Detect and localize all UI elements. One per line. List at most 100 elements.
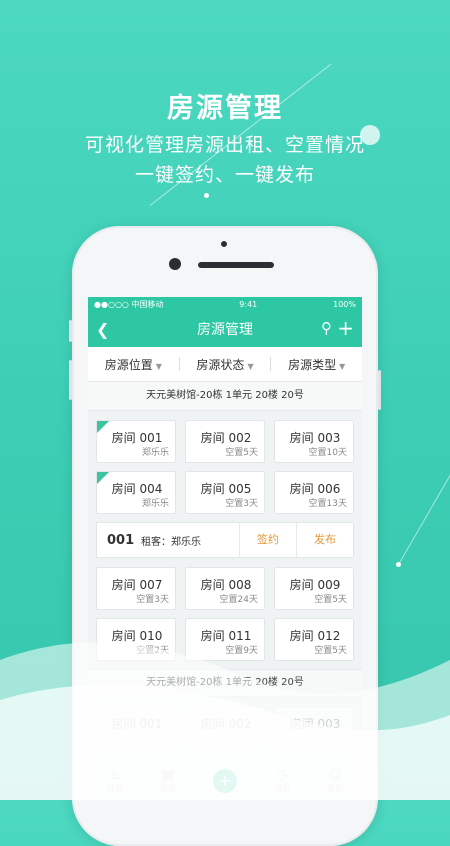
promo-subline: 一键签约、一键发布 <box>134 164 315 186</box>
filter-status[interactable]: 房源状态 ▼ <box>180 356 271 373</box>
room-info: 空置3天 <box>225 499 258 509</box>
search-icon[interactable]: ⚲ <box>321 319 332 337</box>
room-name: 房间 011 <box>200 629 252 643</box>
tab-label: 消息 <box>274 784 291 793</box>
room-name: 房间 003 <box>289 717 341 731</box>
room-info: 空置2天 <box>136 646 169 656</box>
phone-side-button <box>378 370 381 410</box>
room-card[interactable]: 房间 009 空置5天 <box>274 567 354 610</box>
phone-speaker <box>198 262 274 268</box>
room-number: 001 <box>107 532 135 548</box>
room-card[interactable]: 房间 005 空置3天 <box>185 471 265 514</box>
room-name: 房间 008 <box>200 578 252 592</box>
promo-subline: 可视化管理房源出租、空置情况 <box>84 134 365 156</box>
room-name: 房间 006 <box>289 482 341 496</box>
tab-home[interactable]: ⌂ 首页 <box>107 768 123 794</box>
filter-label: 房源状态 <box>196 357 245 372</box>
room-name: 房间 005 <box>200 482 252 496</box>
room-info: 郑乐乐 <box>141 448 169 458</box>
room-name: 房间 004 <box>111 482 163 496</box>
room-row: 房间 004 郑乐乐 房间 005 空置3天 房间 006 空置13天 <box>96 471 354 514</box>
room-name: 房间 003 <box>289 431 341 445</box>
room-card[interactable]: 房间 007 空置3天 <box>96 567 176 610</box>
building-header: 天元美树馆-20栋 1单元 20楼 20号 <box>88 382 362 411</box>
app-screen: ●●○○○ 中国移动 9:41 100% ❮ 房源管理 ⚲ + 房源位置 ▼ 房源… <box>88 297 362 800</box>
phone-side-button <box>69 320 72 342</box>
room-card[interactable]: 房间 008 空置24天 <box>185 567 265 610</box>
room-name: 房间 002 <box>200 717 252 731</box>
building-icon: ▦ <box>161 768 174 783</box>
room-name: 房间 010 <box>111 629 163 643</box>
status-bar: ●●○○○ 中国移动 9:41 100% <box>88 297 362 311</box>
promo-headline: 房源管理 <box>167 93 283 124</box>
tab-profile[interactable]: ☺ 我的 <box>327 768 343 794</box>
plus-icon[interactable]: + <box>337 316 354 340</box>
tab-label: 房源 <box>159 784 176 793</box>
battery: 100% <box>333 299 356 309</box>
room-card[interactable]: 房间 003 <box>274 706 354 749</box>
chevron-left-icon[interactable]: ❮ <box>96 320 109 339</box>
caret-down-icon: ▼ <box>247 361 254 371</box>
room-row: 房间 007 空置3天 房间 008 空置24天 房间 009 空置5天 <box>96 567 354 610</box>
building-header: 天元美树馆-20栋 1单元 20楼 20号 <box>88 669 362 697</box>
room-info: 空置13天 <box>308 499 347 509</box>
room-name: 房间 001 <box>111 717 163 731</box>
room-row: 房间 001 郑乐乐 房间 002 空置5天 房间 003 空置10天 <box>96 420 354 463</box>
room-info: 空置10天 <box>308 448 347 458</box>
room-grid: 房间 001 房间 002 房间 003 <box>88 697 362 749</box>
room-detail-bar: 001 租客：郑乐乐 签约 发布 <box>96 522 354 558</box>
room-info: 空置3天 <box>136 595 169 605</box>
tab-messages[interactable]: ◷ 消息 <box>274 768 290 794</box>
room-card[interactable]: 房间 006 空置13天 <box>274 471 354 514</box>
caret-down-icon: ▼ <box>339 361 346 371</box>
filter-type[interactable]: 房源类型 ▼ <box>271 356 362 373</box>
phone-side-button <box>69 360 72 400</box>
filter-location[interactable]: 房源位置 ▼ <box>88 356 179 373</box>
room-card[interactable]: 房间 012 空置5天 <box>274 618 354 661</box>
carrier: ●●○○○ 中国移动 <box>94 299 164 309</box>
room-grid: 房间 001 郑乐乐 房间 002 空置5天 房间 003 空置10天 房间 004 郑… <box>88 411 362 661</box>
room-name: 房间 001 <box>111 431 163 445</box>
room-info: 空置24天 <box>219 595 258 605</box>
room-card[interactable]: 房间 003 空置10天 <box>274 420 354 463</box>
room-card[interactable]: 房间 002 空置5天 <box>185 420 265 463</box>
publish-button[interactable]: 发布 <box>296 522 353 558</box>
tenant-label: 租客：郑乐乐 <box>141 536 201 548</box>
room-name: 房间 009 <box>289 578 341 592</box>
home-icon: ⌂ <box>110 768 119 783</box>
nav-bar: ❮ 房源管理 ⚲ + <box>88 311 362 347</box>
room-info: 空置5天 <box>314 646 347 656</box>
clock-icon: ◷ <box>276 768 288 783</box>
sign-button[interactable]: 签约 <box>239 522 296 558</box>
room-name: 房间 012 <box>289 629 341 643</box>
room-card[interactable]: 房间 011 空置9天 <box>185 618 265 661</box>
room-name: 房间 002 <box>200 431 252 445</box>
room-info: 空置5天 <box>225 448 258 458</box>
room-row: 房间 010 空置2天 房间 011 空置9天 房间 012 空置5天 <box>96 618 354 661</box>
caret-down-icon: ▼ <box>155 361 162 371</box>
room-info: 空置5天 <box>314 595 347 605</box>
tab-label: 我的 <box>327 784 344 793</box>
decor-dot <box>396 562 401 567</box>
tab-houses[interactable]: ▦ 房源 <box>160 768 176 794</box>
decor-line <box>397 461 450 566</box>
room-card[interactable]: 房间 001 郑乐乐 <box>96 420 176 463</box>
room-info: 空置9天 <box>225 646 258 656</box>
decor-dot <box>204 193 209 198</box>
user-icon: ☺ <box>328 768 343 783</box>
room-row: 房间 001 房间 002 房间 003 <box>96 706 354 749</box>
filter-label: 房源位置 <box>104 357 153 372</box>
room-card[interactable]: 房间 004 郑乐乐 <box>96 471 176 514</box>
room-card[interactable]: 房间 002 <box>185 706 265 749</box>
clock: 9:41 <box>239 299 258 309</box>
room-card[interactable]: 房间 001 <box>96 706 176 749</box>
add-button[interactable]: + <box>212 769 237 793</box>
room-card[interactable]: 房间 010 空置2天 <box>96 618 176 661</box>
tab-label: 首页 <box>106 784 123 793</box>
filter-label: 房源类型 <box>288 357 337 372</box>
tab-bar: ⌂ 首页 ▦ 房源 + ◷ 消息 ☺ 我的 <box>88 762 362 800</box>
room-info: 郑乐乐 <box>141 499 169 509</box>
phone-sensor <box>221 241 227 247</box>
filter-bar: 房源位置 ▼ 房源状态 ▼ 房源类型 ▼ <box>88 347 362 382</box>
room-name: 房间 007 <box>111 578 163 592</box>
